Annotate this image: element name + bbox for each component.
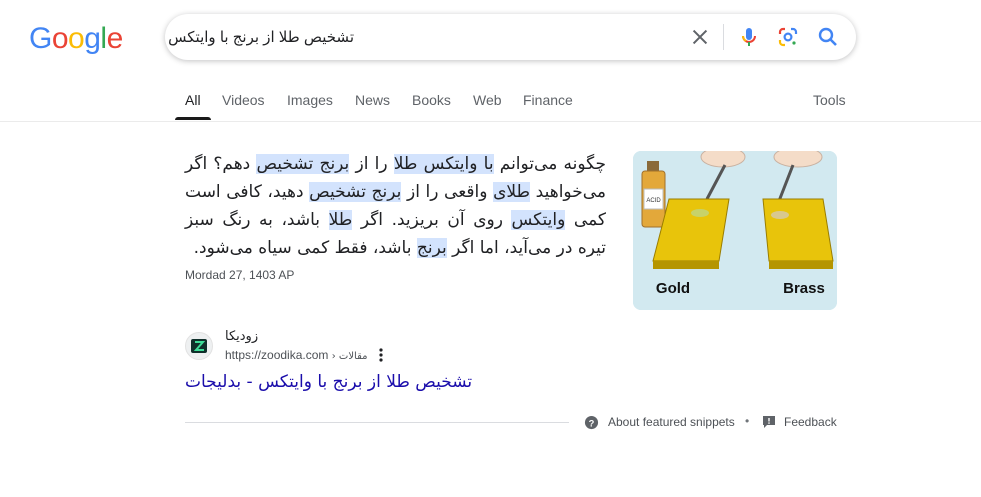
bottle-label: ACID <box>646 198 661 204</box>
tab-images[interactable]: Images <box>287 92 333 108</box>
search-input[interactable]: تشخیص طلا از برنج با وایتکس <box>168 28 354 46</box>
snippet-highlight: طلا <box>328 210 353 230</box>
site-breadcrumb: › مقالات <box>331 351 368 362</box>
footer-divider <box>185 422 569 423</box>
site-url-text: https://zoodika.com <box>225 348 329 362</box>
snippet-highlight: برنج <box>416 238 447 258</box>
tab-news[interactable]: News <box>355 92 390 108</box>
snippet-segment: را از <box>349 154 394 174</box>
snippet-image[interactable]: ACID Gold Brass <box>633 151 837 310</box>
logo-letter: G <box>29 22 52 55</box>
snippet-segment: واقعی را از <box>401 182 494 202</box>
gold-vs-brass-illustration: ACID Gold Brass <box>633 151 837 310</box>
search-box[interactable]: تشخیص طلا از برنج با وایتکس <box>165 14 856 60</box>
svg-text:?: ? <box>589 418 595 428</box>
feedback-icon[interactable] <box>762 415 776 429</box>
tabs-divider <box>0 121 981 122</box>
about-featured-snippets-link[interactable]: About featured snippets <box>608 415 735 429</box>
search-icon[interactable] <box>816 25 840 49</box>
snippet-highlight: با وایتکس طلا <box>393 154 494 174</box>
snippet-segment: روی آن بریزید. اگر <box>352 210 512 230</box>
snippet-segment: چگونه می‌توانم <box>493 154 607 174</box>
snippet-segment: باشد، فقط کمی سیاه می‌شود. <box>193 238 417 258</box>
tab-finance[interactable]: Finance <box>523 92 573 108</box>
snippet-highlight: وایتکس <box>511 210 566 230</box>
snippet-highlight: طلای <box>493 182 531 202</box>
site-name[interactable]: زودیکا <box>225 329 258 344</box>
site-favicon[interactable] <box>185 332 213 360</box>
more-vert-icon[interactable] <box>375 347 387 363</box>
tab-web[interactable]: Web <box>473 92 502 108</box>
google-logo[interactable]: Google <box>29 22 123 56</box>
gold-label: Gold <box>656 280 690 297</box>
help-circle-icon[interactable]: ? <box>584 415 599 430</box>
featured-snippet-text: چگونه می‌توانم با وایتکس طلا را از برنج … <box>185 150 606 262</box>
zoodika-logo-icon <box>191 339 207 353</box>
google-lens-icon[interactable] <box>776 25 800 49</box>
search-tabs: All Videos Images News Books Web Finance… <box>0 88 981 122</box>
search-box-divider <box>723 24 724 50</box>
tools-button[interactable]: Tools <box>813 92 846 108</box>
snippet-date: Mordad 27, 1403 AP <box>185 268 295 282</box>
snippet-highlight: برنج تشخیص <box>309 182 402 202</box>
logo-letter: g <box>84 22 101 55</box>
logo-letter: e <box>106 22 124 55</box>
close-icon[interactable] <box>689 26 711 48</box>
tab-all[interactable]: All <box>185 92 201 108</box>
site-url[interactable]: https://zoodika.com › مقالات <box>225 348 368 362</box>
feedback-link[interactable]: Feedback <box>784 415 837 429</box>
logo-letter: o <box>51 22 69 55</box>
microphone-icon[interactable] <box>737 25 761 49</box>
active-tab-indicator <box>175 117 211 120</box>
result-title-link[interactable]: تشخیص طلا از برنج با وایتکس - بدلیجات <box>185 372 472 392</box>
tab-videos[interactable]: Videos <box>222 92 265 108</box>
footer-separator: • <box>745 414 750 428</box>
logo-letter: o <box>68 22 85 55</box>
tab-books[interactable]: Books <box>412 92 451 108</box>
snippet-highlight: برنج تشخیص <box>256 154 350 174</box>
brass-label: Brass <box>783 280 825 297</box>
